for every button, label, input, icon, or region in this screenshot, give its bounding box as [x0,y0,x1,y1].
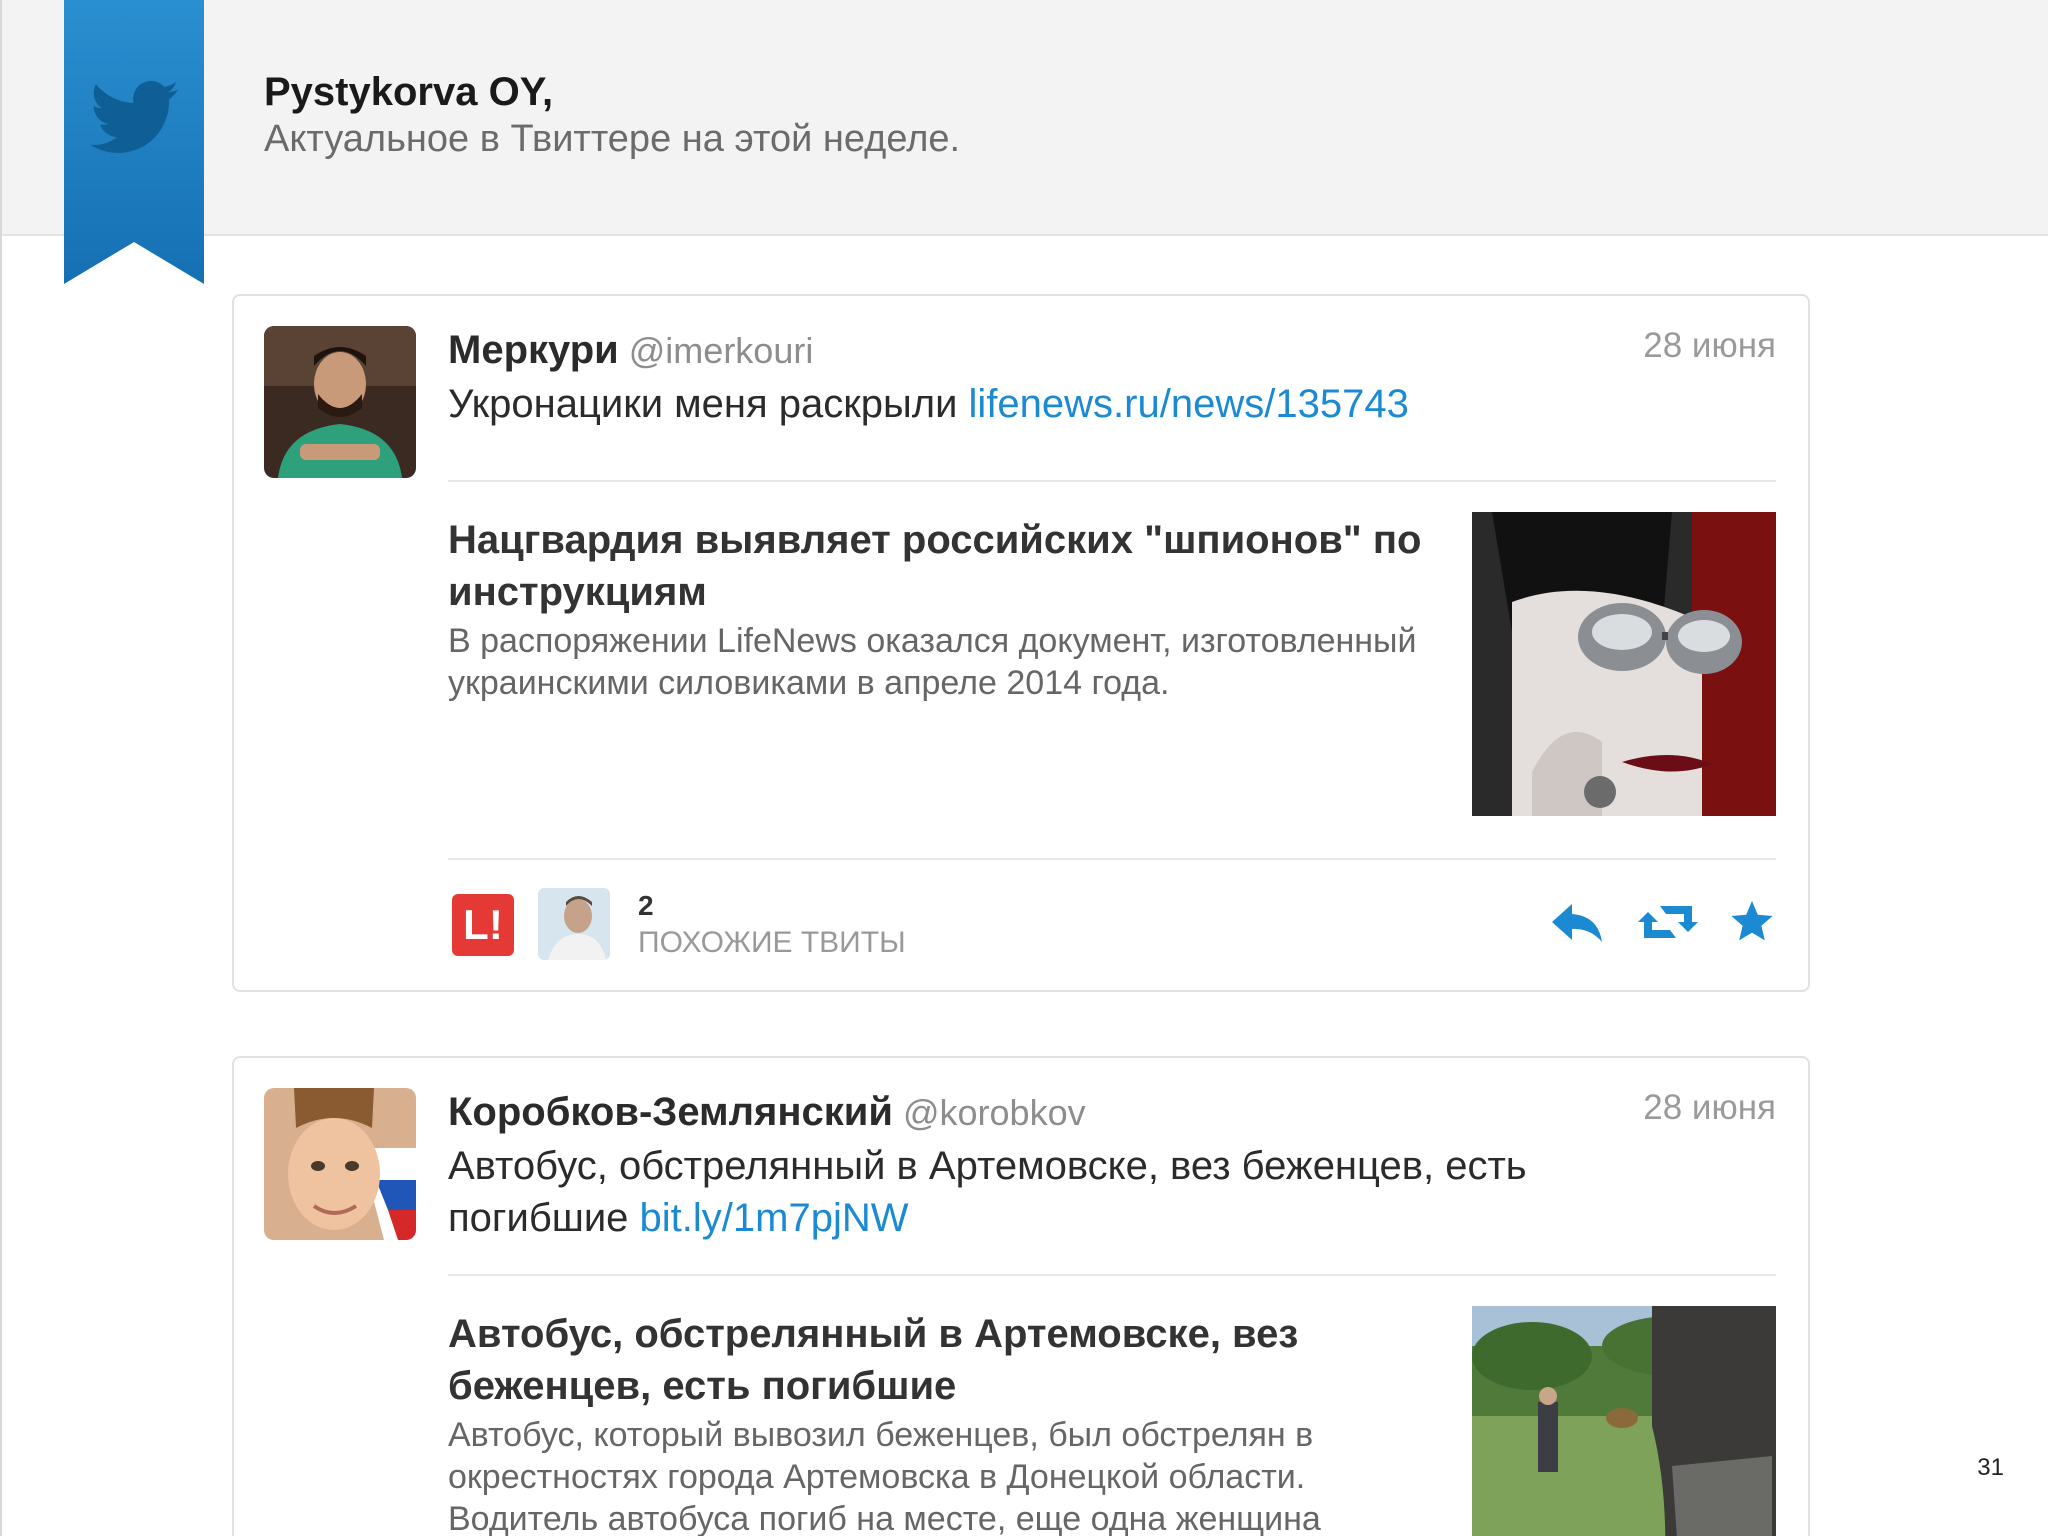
lifenews-badge-label: L! [463,901,503,948]
related-user-avatar[interactable] [538,888,610,960]
lifenews-avatar[interactable]: L! [452,894,514,956]
retweet-icon[interactable] [1638,898,1698,946]
divider [448,1274,1776,1276]
divider [448,858,1776,860]
digest-header: Pystykorva OY, Актуальное в Твиттере на … [2,0,2048,236]
twitter-ribbon [64,0,204,284]
tweet-card[interactable]: Меркури @imerkouri 28 июня Укронацики мен… [232,294,1810,992]
divider [448,480,1776,482]
article-summary: В распоряжении LifeNews оказался докумен… [448,622,1417,702]
article-title[interactable]: Нацгвардия выявляет российских "шпионов"… [448,514,1448,618]
article-summary: Автобус, который вывозил беженцев, был о… [448,1416,1321,1536]
tweet-text: Укронацики меня раскрыли lifenews.ru/new… [448,378,1598,430]
tweet-text-body: Автобус, обстрелянный в Артемовске, вез … [448,1144,1527,1240]
author-name[interactable]: Коробков-Землянский [448,1090,893,1134]
author-handle[interactable]: @korobkov [903,1092,1086,1133]
tweet-card[interactable]: Коробков-Землянский @korobkov 28 июня Авт… [232,1056,1810,1536]
article-thumbnail[interactable] [1472,512,1776,816]
reply-icon[interactable] [1550,898,1606,946]
tweet-text-body: Укронацики меня раскрыли [448,382,969,426]
avatar[interactable] [264,326,416,478]
tweet-author: Коробков-Землянский @korobkov [448,1090,1086,1135]
avatar[interactable] [264,1088,416,1240]
article-thumbnail[interactable] [1472,1306,1776,1536]
tweet-date[interactable]: 28 июня [1643,326,1776,366]
recipient-name: Pystykorva OY, [264,70,554,114]
twitter-bird-icon [90,78,180,158]
star-icon[interactable] [1728,898,1784,946]
tweet-link[interactable]: lifenews.ru/news/135743 [969,382,1409,426]
article-title[interactable]: Автобус, обстрелянный в Артемовске, вез … [448,1308,1448,1412]
tweet-date[interactable]: 28 июня [1643,1088,1776,1128]
similar-tweets-label[interactable]: ПОХОЖИЕ ТВИТЫ [638,926,906,960]
digest-subtitle: Актуальное в Твиттере на этой неделе. [264,118,961,160]
tweet-author: Меркури @imerkouri [448,328,813,373]
page-number: 31 [1977,1454,2004,1481]
tweet-link[interactable]: bit.ly/1m7pjNW [640,1196,909,1240]
tweet-text: Автобус, обстрелянный в Артемовске, вез … [448,1140,1598,1244]
author-handle[interactable]: @imerkouri [629,330,814,371]
similar-tweets-count[interactable]: 2 [638,890,654,922]
author-name[interactable]: Меркури [448,328,619,372]
